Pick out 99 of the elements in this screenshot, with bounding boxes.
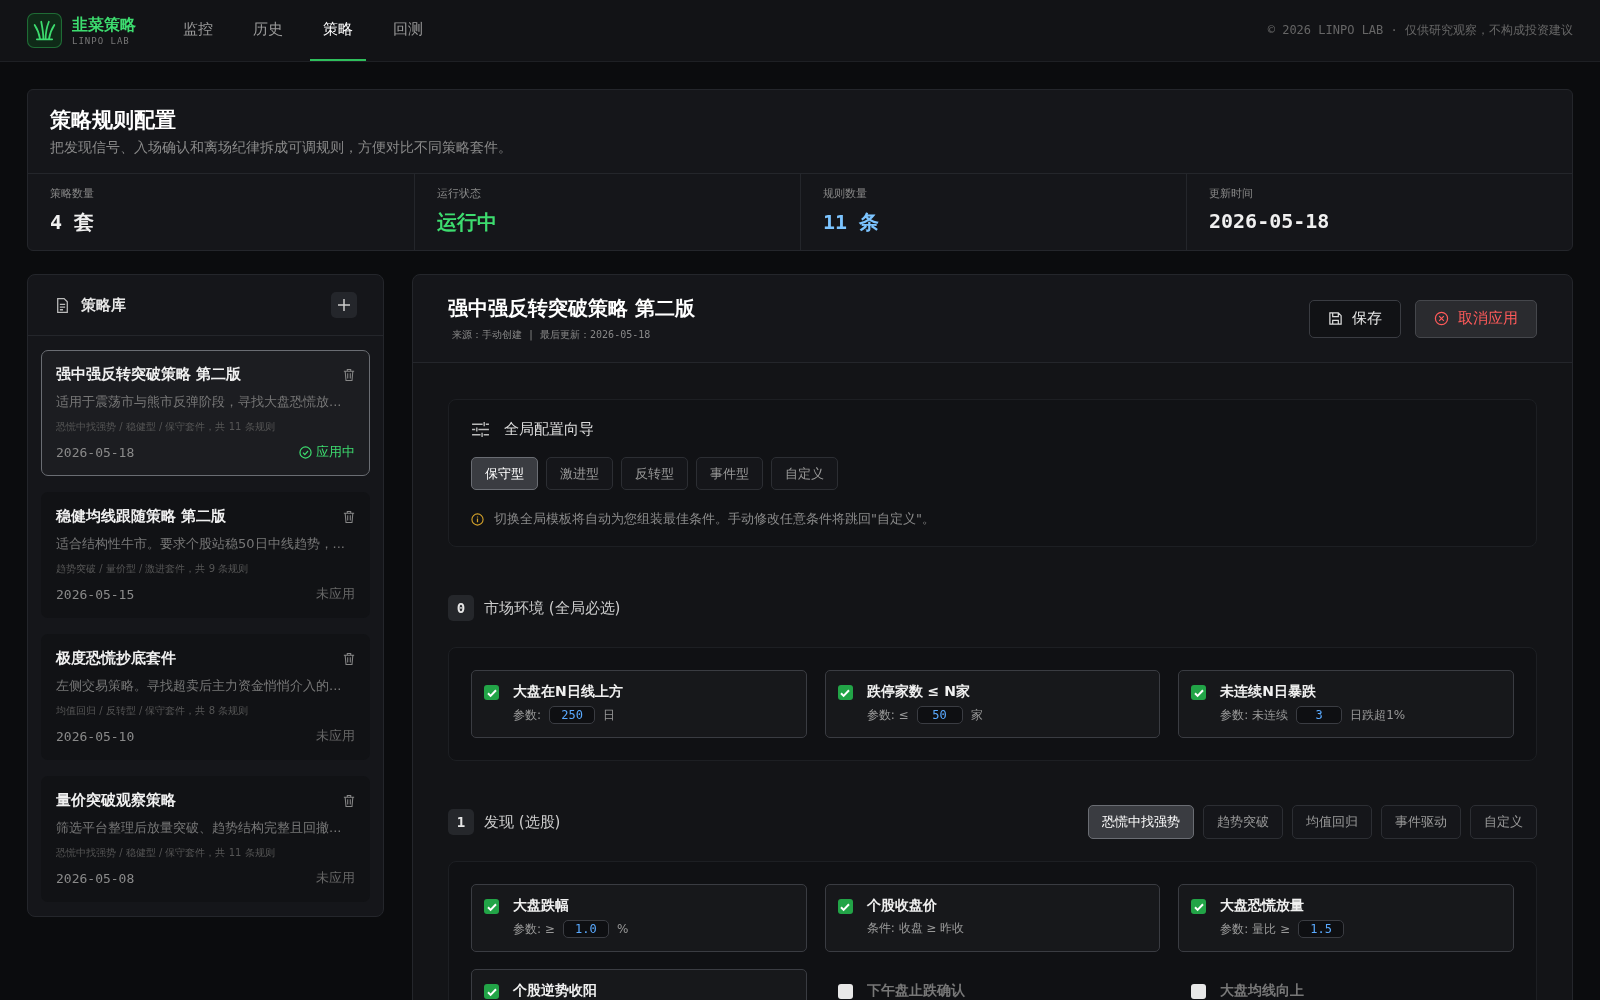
section-title: 发现 (选股) [484, 812, 561, 832]
brand-name: 韭菜策略 [72, 15, 136, 36]
logo-icon [27, 13, 62, 48]
parameter-field[interactable]: 1.5 [1298, 920, 1345, 938]
strategy-name: 稳健均线跟随策略 第二版 [56, 507, 227, 526]
parameter-label: 日跌超1% [1350, 706, 1406, 724]
parameter-label: 条件: 收盘 ≥ 昨收 [866, 920, 965, 937]
checkbox[interactable] [484, 685, 499, 700]
preset-chip[interactable]: 自定义 [1470, 805, 1537, 839]
nav-tab[interactable]: 策略 [310, 0, 366, 61]
parameter-label: % [616, 922, 629, 936]
checkbox[interactable] [1191, 984, 1207, 999]
section-title: 市场环境 (全局必选) [484, 598, 621, 618]
strategy-status: 未应用 [316, 869, 355, 887]
rule-name: 大盘恐慌放量 [1220, 897, 1306, 915]
preset-chip[interactable]: 恐慌中找强势 [1088, 805, 1194, 839]
checkbox[interactable] [484, 899, 499, 914]
parameter-label: 参数: [513, 706, 542, 724]
stat-label: 策略数量 [50, 186, 95, 201]
preset-chip[interactable]: 保守型 [471, 457, 538, 490]
trash-icon[interactable] [343, 367, 355, 382]
strategy-description: 适合结构性牛市。要求个股站稳50日中线趋势，... [56, 535, 346, 553]
checkbox[interactable] [1191, 685, 1207, 700]
trash-icon[interactable] [343, 793, 355, 808]
strategy-status: 未应用 [316, 727, 355, 745]
cancel-apply-button[interactable]: 取消应用 [1415, 299, 1537, 338]
checkbox[interactable] [837, 899, 853, 914]
strategy-date: 2026-05-10 [56, 728, 135, 744]
parameter-label: 参数: 量比 ≥ [1220, 920, 1291, 938]
strategy-date: 2026-05-18 [56, 444, 135, 460]
parameter-field[interactable]: 3 [1296, 706, 1343, 724]
stat-label: 更新时间 [1209, 186, 1254, 201]
preset-chip[interactable]: 趋势突破 [1203, 805, 1283, 839]
library-title: 策略库 [81, 295, 126, 315]
rule-name: 下午盘止跌确认 [866, 982, 965, 1000]
page-title: 策略规则配置 [50, 107, 177, 134]
strategy-status: 应用中 [316, 443, 355, 461]
stat-label: 运行状态 [437, 186, 482, 201]
parameter-label: 家 [970, 706, 983, 724]
strategy-name: 强中强反转突破策略 第二版 [56, 365, 242, 384]
cancel-icon [1434, 311, 1449, 326]
parameter-field[interactable]: 50 [916, 706, 963, 724]
stat-value: 11 条 [823, 209, 881, 236]
plus-icon [337, 298, 351, 312]
parameter-label: 日 [603, 706, 616, 724]
preset-chip[interactable]: 均值回归 [1292, 805, 1372, 839]
strategy-date: 2026-05-08 [56, 870, 135, 886]
brand-subtitle: LINPO LAB [72, 36, 131, 46]
preset-chip[interactable]: 激进型 [546, 457, 613, 490]
nav-tab[interactable]: 回测 [380, 0, 436, 61]
wizard-hint: 切换全局模板将自动为您组装最佳条件。手动修改任意条件将跳回"自定义"。 [494, 510, 935, 528]
wizard-title: 全局配置向导 [504, 420, 594, 439]
strategy-date: 2026-05-15 [56, 586, 135, 602]
rule-name: 个股逆势收阳 [513, 982, 597, 1000]
rule-name: 大盘在N日线上方 [513, 683, 623, 701]
parameter-label: 参数: ≥ [513, 920, 555, 938]
parameter-label: 参数: 未连续 [1220, 706, 1289, 724]
stat-value: 运行中 [437, 209, 498, 236]
checkbox[interactable] [484, 984, 499, 999]
strategy-source: 来源：手动创建 | 最后更新：2026-05-18 [451, 328, 652, 342]
strategy-description: 筛选平台整理后放量突破、趋势结构完整且回撤... [56, 819, 343, 837]
parameter-field[interactable]: 250 [549, 706, 596, 724]
trash-icon[interactable] [343, 651, 355, 666]
strategy-description: 左侧交易策略。寻找超卖后主力资金悄悄介入的... [56, 677, 343, 695]
document-icon [54, 296, 71, 314]
nav-tab[interactable]: 历史 [240, 0, 296, 61]
checkbox[interactable] [837, 685, 853, 700]
rule-name: 未连续N日暴跌 [1220, 683, 1318, 701]
strategy-status: 未应用 [316, 585, 355, 603]
nav-tab[interactable]: 监控 [170, 0, 226, 61]
preset-chip[interactable]: 事件型 [696, 457, 763, 490]
strategy-name: 量价突破观察策略 [56, 791, 176, 810]
checkbox[interactable] [837, 984, 853, 999]
preset-chip[interactable]: 反转型 [621, 457, 688, 490]
save-button[interactable]: 保存 [1309, 299, 1401, 338]
trash-icon[interactable] [343, 509, 355, 524]
rule-name: 大盘均线向上 [1220, 982, 1305, 1000]
page-subtitle: 把发现信号、入场确认和离场纪律拆成可调规则，方便对比不同策略套件。 [50, 139, 513, 157]
stat-label: 规则数量 [823, 186, 868, 201]
info-icon [471, 512, 484, 526]
checkbox[interactable] [1191, 899, 1207, 914]
add-button[interactable] [331, 292, 357, 318]
strategy-description: 适用于震荡市与熊市反弹阶段，寻找大盘恐慌放... [56, 393, 343, 411]
disclaimer: © 2026 LINPO LAB · 仅供研究观察，不构成投资建议 [1267, 22, 1573, 39]
rule-name: 大盘跌幅 [513, 897, 570, 915]
strategy-name: 极度恐慌抄底套件 [56, 649, 176, 668]
step-number: 1 [448, 809, 474, 835]
step-number: 0 [448, 595, 474, 621]
strategy-title: 强中强反转突破策略 第二版 [448, 295, 695, 322]
sliders-icon [471, 421, 490, 438]
preset-chip[interactable]: 事件驱动 [1381, 805, 1461, 839]
floppy-icon [1328, 311, 1343, 326]
preset-chip[interactable]: 自定义 [771, 457, 838, 490]
stat-value: 4 套 [50, 209, 96, 236]
stat-value: 2026-05-18 [1209, 209, 1331, 233]
rule-name: 个股收盘价 [866, 897, 938, 915]
parameter-label: 参数: ≤ [866, 706, 909, 724]
rule-name: 跌停家数 ≤ N家 [866, 683, 971, 701]
parameter-field[interactable]: 1.0 [562, 920, 609, 938]
